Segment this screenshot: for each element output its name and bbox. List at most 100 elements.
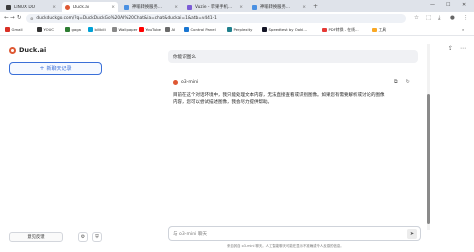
bookmark-label: Perplexity bbox=[233, 27, 253, 32]
wallpaper-icon bbox=[112, 27, 117, 32]
assistant-header: o3-mini bbox=[173, 80, 198, 85]
url-text: duckduckgo.com/?q=DuckDuckGo%20AI%20Chat… bbox=[36, 16, 217, 21]
tab-close-icon[interactable]: × bbox=[302, 5, 306, 10]
bookmark-youtube[interactable]: YouTube bbox=[139, 27, 161, 32]
feedback-button[interactable]: 意见反馈 bbox=[9, 232, 63, 242]
bookmark-label: Wallpaper bbox=[118, 27, 138, 32]
plus-icon: + bbox=[39, 65, 45, 72]
settings-icon[interactable]: ⚙ bbox=[78, 232, 88, 242]
regenerate-icon[interactable]: ↻ bbox=[406, 79, 410, 85]
converter-favicon-icon bbox=[252, 4, 257, 10]
reload-icon[interactable]: ↻ bbox=[17, 15, 22, 21]
new-chat-label: 新聊天记录 bbox=[46, 66, 72, 72]
reply-line: 目前在这个对话环境中，我只能处理文本内容，无法直接查看或识别图像。如果您有需要解… bbox=[173, 93, 385, 98]
bookmarks-bar: Gmail YOUC gaga bilibili Wallpaper YouTu… bbox=[0, 25, 474, 36]
bookmark-perplexity[interactable]: Perplexity bbox=[227, 27, 252, 32]
tab-close-icon[interactable]: × bbox=[52, 5, 56, 10]
linux-do-favicon-icon bbox=[6, 4, 11, 10]
perplexity-icon bbox=[227, 27, 232, 32]
reply-line: 内容，您可以尝试描述图像，我会尽力提供帮助。 bbox=[173, 100, 272, 105]
tab-converter-2[interactable]: 神喻转换服务… × bbox=[249, 2, 309, 12]
bookmark-gmail[interactable]: Gmail bbox=[5, 27, 23, 32]
bookmark-bilibili[interactable]: bilibili bbox=[88, 27, 106, 32]
bookmark-label: 工具 bbox=[378, 27, 387, 32]
control-panel-icon bbox=[184, 27, 189, 32]
tab-linux-do[interactable]: LINUX DO × bbox=[3, 2, 59, 12]
address-bar[interactable]: ⊚ duckduckgo.com/?q=DuckDuckGo%20AI%20Ch… bbox=[26, 14, 406, 23]
assistant-reply: 目前在这个对话环境中，我只能处理文本内容，无法直接查看或识别图像。如果您有需要解… bbox=[173, 92, 418, 106]
bookmark-label: Speedtest by Ookl… bbox=[268, 27, 308, 32]
extensions-icon[interactable]: ⬚ bbox=[426, 15, 431, 21]
tab-vuzie[interactable]: Vuzie - 苹果手机… × bbox=[184, 2, 246, 12]
new-tab-button[interactable]: + bbox=[313, 3, 318, 10]
model-name: o3-mini bbox=[181, 80, 199, 85]
site-info-icon[interactable]: ⊚ bbox=[30, 16, 33, 21]
vuzie-favicon-icon bbox=[187, 4, 192, 10]
duck-ai-app: Duck.ai + 新聊天记录 意见反馈 ⚙ ⛨ ⇪ ⋯ 你能识图么 o3-mi… bbox=[0, 36, 474, 252]
bookmark-label: PDF转换 - 在线… bbox=[328, 27, 359, 32]
brand[interactable]: Duck.ai bbox=[9, 46, 46, 54]
copy-icon[interactable]: ⧉ bbox=[394, 79, 398, 85]
speedtest-icon bbox=[262, 27, 267, 32]
bookmark-star-icon[interactable]: ☆ bbox=[414, 15, 419, 21]
duck-logo-icon bbox=[9, 46, 16, 54]
tab-close-icon[interactable]: × bbox=[111, 5, 115, 10]
converter-favicon-icon bbox=[124, 4, 129, 10]
browser-menu-icon[interactable]: ⋮ bbox=[463, 15, 469, 21]
youc-icon bbox=[37, 27, 42, 32]
disclaimer: 来自其自 o3-mini 聊天。人工智能聊天可能在显示不准确或令人反感的信息。 bbox=[227, 244, 344, 248]
bookmark-speedtest[interactable]: Speedtest by Ookl… bbox=[262, 27, 307, 32]
bookmark-label: gaga bbox=[71, 27, 81, 32]
tab-converter[interactable]: 神喻转换服务… × bbox=[121, 2, 181, 12]
profile-icon[interactable]: ● bbox=[450, 15, 455, 21]
scrollbar-thumb[interactable] bbox=[427, 94, 430, 224]
bilibili-icon bbox=[88, 27, 93, 32]
tab-title: 神喻转换服务… bbox=[132, 5, 163, 10]
chevron-right-icon: » bbox=[462, 27, 465, 32]
youtube-icon bbox=[139, 27, 144, 32]
tab-close-icon[interactable]: × bbox=[239, 5, 243, 10]
minimize-icon[interactable]: — bbox=[430, 2, 435, 8]
chat-input[interactable] bbox=[173, 230, 393, 238]
tab-close-icon[interactable]: × bbox=[174, 5, 178, 10]
address-row: ← → ↻ ⊚ duckduckgo.com/?q=DuckDuckGo%20A… bbox=[0, 12, 474, 25]
bookmark-control-panel[interactable]: Control Panel bbox=[184, 27, 216, 32]
bookmark-youc[interactable]: YOUC bbox=[37, 27, 54, 32]
gmail-icon bbox=[5, 27, 10, 32]
bookmark-label: AI bbox=[171, 27, 176, 32]
forward-icon[interactable]: → bbox=[10, 15, 15, 21]
tab-strip: LINUX DO × Duck.ai × 神喻转换服务… × Vuzie - 苹… bbox=[0, 0, 474, 12]
tab-duck-ai[interactable]: Duck.ai × bbox=[62, 2, 118, 12]
maximize-icon[interactable]: ☐ bbox=[446, 2, 450, 8]
bookmark-label: Control Panel bbox=[190, 27, 216, 32]
model-avatar-icon bbox=[173, 80, 178, 85]
downloads-icon[interactable]: ⤓ bbox=[438, 15, 440, 22]
bookmark-wallpaper[interactable]: Wallpaper bbox=[112, 27, 138, 32]
send-icon[interactable]: ➤ bbox=[407, 229, 417, 239]
tab-title: Duck.ai bbox=[73, 4, 90, 10]
bookmark-gaga[interactable]: gaga bbox=[65, 27, 81, 32]
shield-icon[interactable]: ⛨ bbox=[92, 232, 102, 242]
folder-icon bbox=[372, 27, 377, 33]
close-window-icon[interactable]: ✕ bbox=[462, 2, 466, 8]
new-chat-button[interactable]: + 新聊天记录 bbox=[9, 62, 102, 75]
tab-title: LINUX DO bbox=[14, 4, 36, 10]
bookmark-label: YouTube bbox=[145, 27, 161, 32]
chat-composer: ➤ bbox=[168, 226, 421, 241]
share-icon[interactable]: ⇪ bbox=[448, 45, 453, 52]
tab-title: Vuzie - 苹果手机… bbox=[195, 5, 233, 10]
message-tools: ⧉ ↻ bbox=[394, 79, 410, 85]
chat-main: ⇪ ⋯ 你能识图么 o3-mini ⧉ ↻ 目前在这个对话环境中，我只能处理文本… bbox=[109, 36, 474, 252]
more-options-icon[interactable]: ⋯ bbox=[460, 45, 466, 52]
pdf-icon bbox=[322, 27, 327, 33]
top-actions: ⇪ ⋯ bbox=[448, 45, 466, 52]
bookmarks-overflow[interactable]: » bbox=[462, 27, 464, 32]
bookmark-label: Gmail bbox=[11, 27, 23, 32]
bookmark-tools[interactable]: 工具 bbox=[372, 27, 386, 33]
duck-ai-favicon-icon bbox=[65, 4, 70, 10]
tab-title: 神喻转换服务… bbox=[260, 5, 291, 10]
back-icon[interactable]: ← bbox=[4, 15, 9, 21]
bookmark-ai[interactable]: AI bbox=[165, 27, 175, 32]
bookmark-label: YOUC bbox=[43, 27, 55, 32]
bookmark-pdf[interactable]: PDF转换 - 在线… bbox=[322, 27, 359, 33]
